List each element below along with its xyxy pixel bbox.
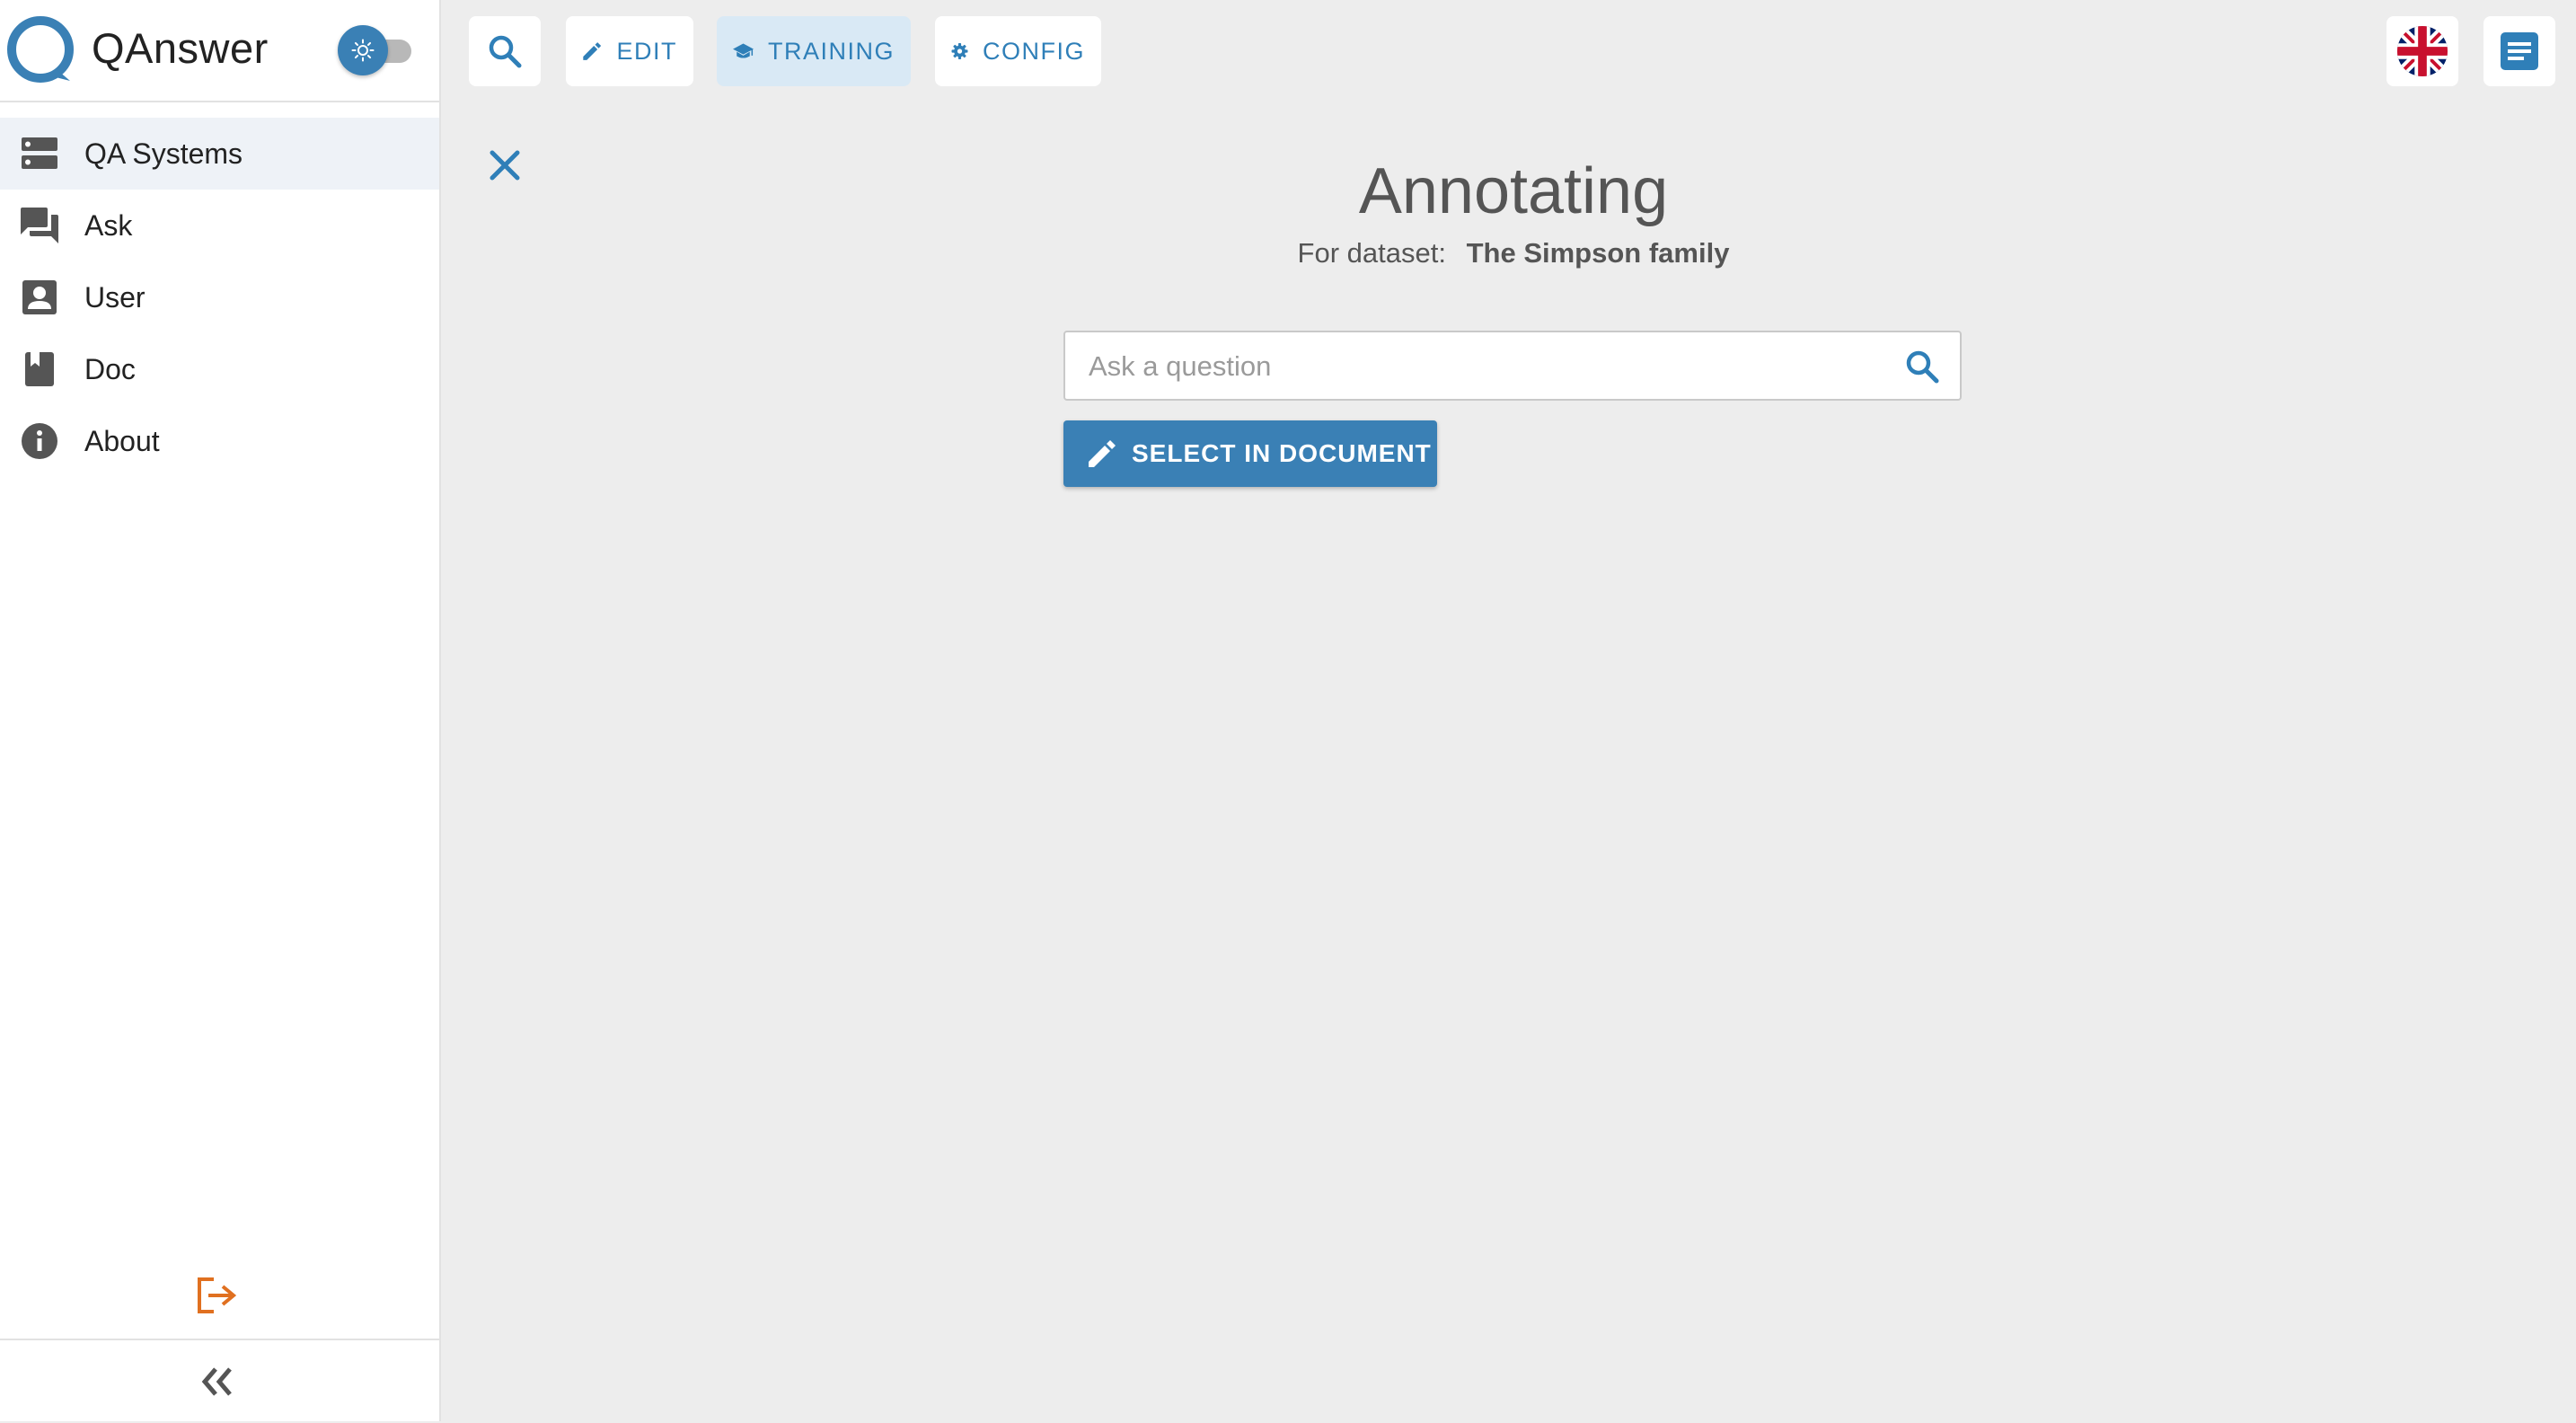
gear-icon: [951, 43, 968, 59]
sidebar-item-doc[interactable]: Doc: [0, 333, 439, 405]
training-label: TRAINING: [767, 37, 895, 65]
double-chevron-left-icon: [201, 1367, 232, 1396]
search-icon: [1906, 350, 1939, 384]
dataset-name: The Simpson family: [1466, 237, 1730, 269]
graduation-cap-icon: [733, 43, 754, 58]
logout-button[interactable]: [196, 1276, 241, 1317]
edit-label: EDIT: [616, 37, 677, 65]
brand-header: QAnswer: [0, 0, 441, 102]
pencil-icon: [583, 42, 602, 60]
uk-flag-icon: [2396, 25, 2448, 77]
sidebar-item-qa-systems[interactable]: QA Systems: [0, 118, 439, 190]
select-in-document-label: SELECT IN DOCUMENT: [1132, 439, 1432, 467]
sidebar-item-label: About: [84, 424, 160, 457]
sidebar-item-user[interactable]: User: [0, 261, 439, 333]
dataset-prefix: For dataset:: [1297, 237, 1446, 269]
sidebar: QAnswer QA Systems Ask User Doc About: [0, 0, 441, 1421]
search-submit-button[interactable]: [1904, 349, 1940, 384]
language-button[interactable]: [2386, 16, 2458, 86]
sidebar-item-label: Ask: [84, 208, 133, 242]
question-input[interactable]: [1065, 332, 1899, 401]
sidebar-nav: QA Systems Ask User Doc About: [0, 118, 439, 477]
edit-button[interactable]: EDIT: [566, 16, 693, 86]
sun-icon: [351, 39, 375, 62]
page-title: Annotating: [1358, 155, 1669, 227]
training-button[interactable]: TRAINING: [717, 16, 911, 86]
close-button[interactable]: [483, 144, 526, 187]
info-icon: [22, 423, 57, 459]
config-button[interactable]: CONFIG: [935, 16, 1101, 86]
sidebar-item-label: User: [84, 280, 146, 314]
pencil-icon: [1089, 440, 1116, 467]
document-button[interactable]: [2483, 16, 2555, 86]
config-label: CONFIG: [983, 37, 1085, 65]
collapse-sidebar-button[interactable]: [196, 1362, 241, 1403]
account-box-icon: [22, 280, 57, 314]
toggle-knob: [338, 25, 388, 75]
dataset-subtitle: For dataset: The Simpson family: [1168, 237, 1859, 270]
select-in-document-button[interactable]: SELECT IN DOCUMENT: [1063, 420, 1437, 487]
server-icon: [22, 137, 57, 169]
logout-icon: [198, 1277, 237, 1313]
search-button[interactable]: [469, 16, 541, 86]
question-search-box: [1063, 331, 1962, 401]
sidebar-footer: [0, 1339, 439, 1423]
theme-toggle[interactable]: [338, 25, 413, 75]
sidebar-item-label: Doc: [84, 352, 136, 385]
book-icon: [25, 352, 54, 386]
app-name: QAnswer: [92, 24, 269, 72]
close-icon: [490, 150, 520, 181]
qanswer-logo: [7, 16, 74, 83]
sidebar-item-label: QA Systems: [84, 137, 243, 170]
search-icon: [489, 35, 522, 68]
sidebar-item-about[interactable]: About: [0, 405, 439, 477]
document-icon: [2501, 32, 2538, 70]
forum-icon: [21, 208, 58, 243]
sidebar-item-ask[interactable]: Ask: [0, 190, 439, 261]
